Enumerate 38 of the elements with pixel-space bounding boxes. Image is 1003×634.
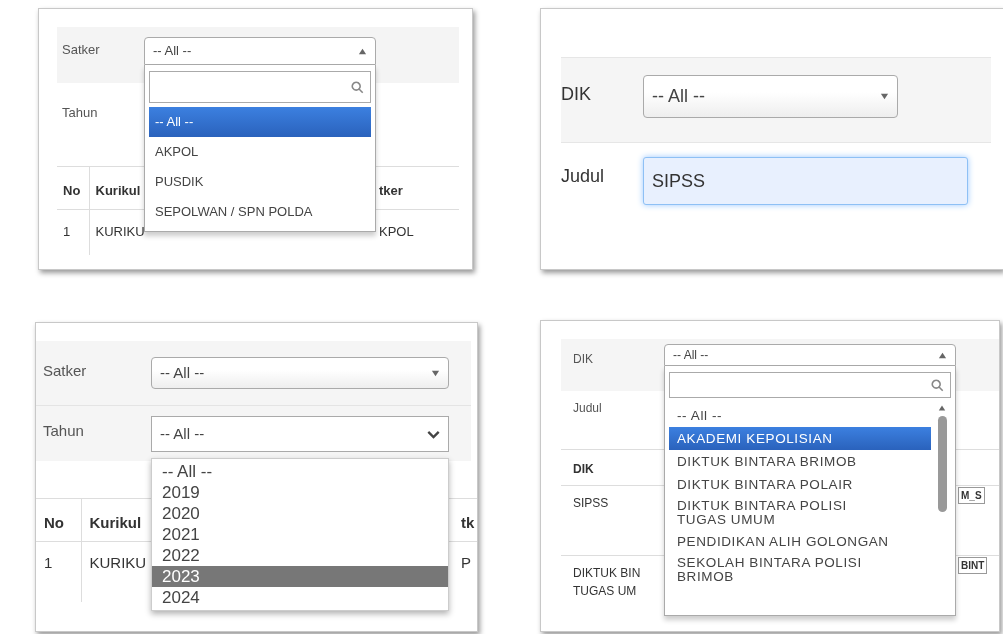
field-label: DIK xyxy=(572,351,594,368)
dropdown-option[interactable]: DIKTUK BINTARA BRIMOB xyxy=(669,450,931,473)
dropdown-option[interactable]: 2024 xyxy=(152,587,448,608)
dropdown-option[interactable]: DIKTUK BINTARA POLAIR xyxy=(669,473,931,496)
column-header: No xyxy=(36,498,81,542)
column-header: No xyxy=(57,166,89,210)
table-cell: 1 xyxy=(57,209,89,255)
field-label: Satker xyxy=(62,41,101,59)
table-cell: P xyxy=(451,541,477,602)
dropdown-option[interactable]: AKPOL xyxy=(149,137,371,167)
dropdown-option[interactable]: 2021 xyxy=(152,524,448,545)
dropdown-option[interactable]: 2020 xyxy=(152,503,448,524)
dropdown-option[interactable]: SEKOLAH BINTARA POLISI BRIMOB xyxy=(669,553,931,587)
field-label: Satker xyxy=(43,361,88,381)
select-field[interactable]: -- All -- xyxy=(144,37,376,65)
table-cell: 1 xyxy=(36,541,81,602)
dropdown-option[interactable]: AKADEMI KEPOLISIAN xyxy=(669,427,931,450)
field-label: Tahun xyxy=(62,104,99,122)
row-button[interactable]: M_S xyxy=(958,487,985,504)
dropdown-option[interactable]: -- All -- xyxy=(669,404,931,427)
field-label: Judul xyxy=(561,165,606,188)
dropdown-option[interactable]: 2023 xyxy=(152,566,448,587)
select-field[interactable]: -- All -- xyxy=(643,75,898,118)
dropdown-option[interactable]: -- All -- xyxy=(149,107,371,137)
row-button[interactable]: BINT xyxy=(958,557,988,574)
field-label: Tahun xyxy=(43,421,85,441)
column-header: tk xyxy=(451,498,477,542)
dropdown-option[interactable]: 2022 xyxy=(152,545,448,566)
dropdown-option[interactable]: DIKTUK BINTARA POLISI TUGAS UMUM xyxy=(669,496,931,530)
field-label: Judul xyxy=(572,400,603,417)
select-field[interactable]: -- All -- xyxy=(151,357,449,389)
field-label: DIK xyxy=(561,83,592,106)
dropdown-option[interactable]: PENDIDIKAN ALIH GOLONGAN xyxy=(669,530,931,553)
dropdown-option[interactable]: -- All -- xyxy=(152,461,448,482)
select-field[interactable]: -- All -- xyxy=(664,344,956,366)
dropdown-option[interactable]: 2019 xyxy=(152,482,448,503)
select-field[interactable]: -- All -- xyxy=(151,416,449,452)
text-field[interactable]: SIPSS xyxy=(643,157,968,205)
